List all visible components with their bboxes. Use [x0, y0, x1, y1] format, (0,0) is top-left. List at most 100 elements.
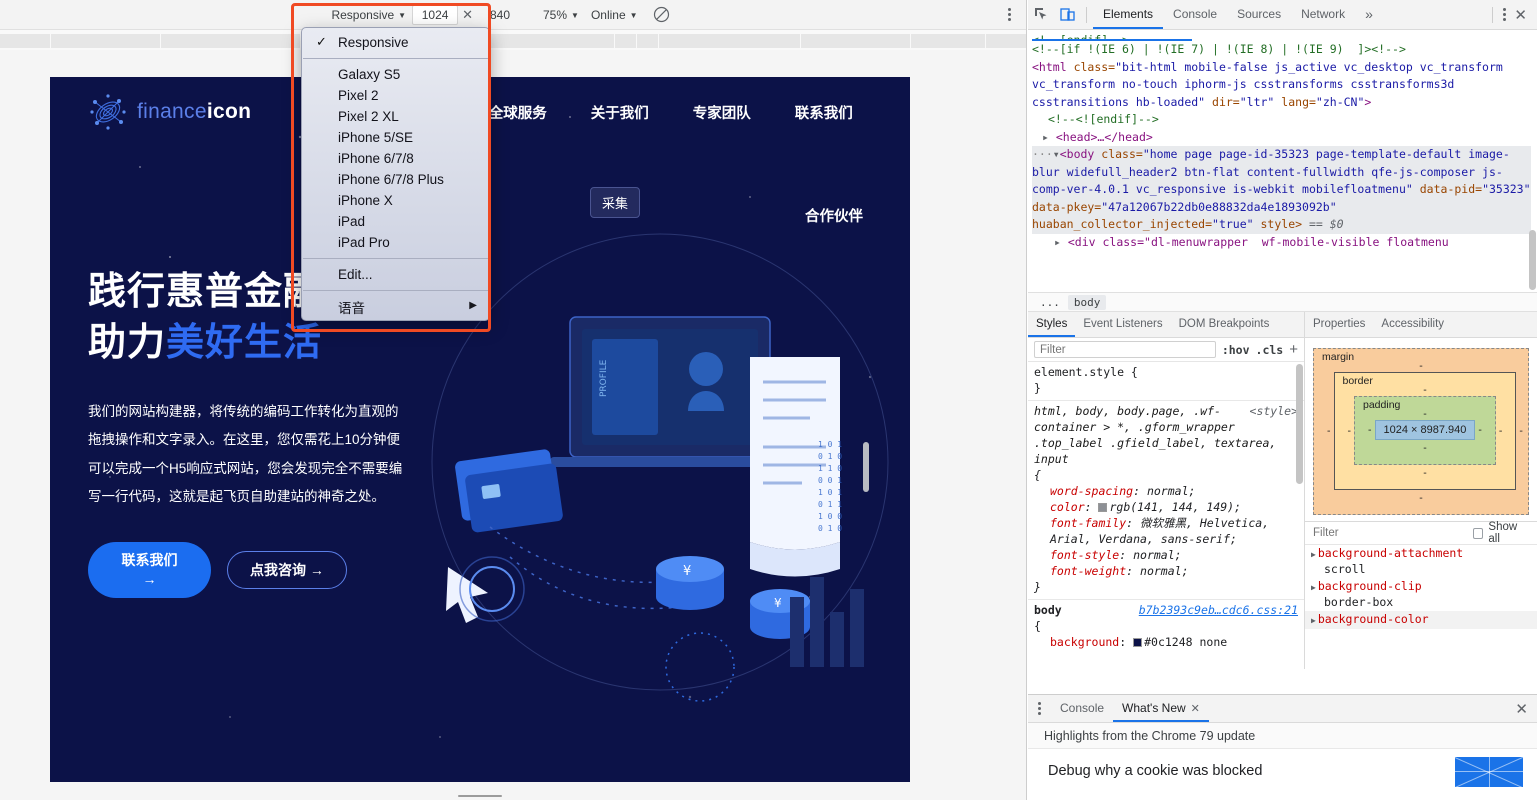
box-model-border-right[interactable]: - [1496, 425, 1506, 437]
nav-link-1[interactable]: 全球服务 [489, 102, 547, 123]
box-model-padding-bottom[interactable]: - [1365, 442, 1485, 454]
scrollbar-thumb[interactable] [1529, 230, 1536, 290]
tab-console[interactable]: Console [1163, 0, 1227, 29]
styles-scrollbar[interactable] [1296, 364, 1303, 484]
style-rule-origin[interactable]: b7b2393c9eb…cdc6.css:21 [1139, 602, 1298, 618]
devtools-main-menu-icon[interactable] [1503, 8, 1507, 21]
style-rule-html-body[interactable]: <style> html, body, body.page, .wf-conta… [1028, 401, 1304, 600]
device-list-dropdown-menu[interactable]: ✓ Responsive Galaxy S5 Pixel 2 Pixel 2 X… [301, 27, 490, 321]
nav-link-4[interactable]: 联系我们 [795, 102, 853, 123]
computed-property[interactable]: ▶ background-clip border-box [1305, 578, 1537, 611]
dom-line-child-div[interactable]: ▸ <div class="dl-menuwrapper wf-mobile-v… [1032, 234, 1531, 252]
tab-dom-breakpoints[interactable]: DOM Breakpoints [1171, 312, 1278, 337]
breadcrumb-item-body[interactable]: body [1067, 294, 1107, 310]
collapse-triangle-icon[interactable]: ▾ [1053, 147, 1060, 161]
box-model-padding-left[interactable]: - [1365, 424, 1375, 436]
color-swatch[interactable] [1098, 503, 1108, 512]
site-logo[interactable]: financeicon [88, 92, 251, 132]
zoom-selector[interactable]: 75% ▼ [537, 4, 585, 26]
computed-property[interactable]: ▶ background-color [1305, 611, 1537, 629]
expand-triangle-icon[interactable]: ▶ [1311, 583, 1316, 592]
device-toolbar-more-icon[interactable] [997, 3, 1021, 27]
dom-line-html-open[interactable]: <html class="bit-html mobile-false js_ac… [1032, 59, 1531, 112]
tab-network[interactable]: Network [1291, 0, 1355, 29]
cls-toggle-button[interactable]: .cls [1256, 343, 1284, 357]
tab-sources[interactable]: Sources [1227, 0, 1291, 29]
tab-event-listeners[interactable]: Event Listeners [1075, 312, 1170, 337]
style-origin-link[interactable]: b7b2393c9eb…cdc6.css:21 [1139, 603, 1298, 617]
device-menu-item-ipad[interactable]: iPad [302, 211, 489, 232]
device-menu-item-iphone-678-plus[interactable]: iPhone 6/7/8 Plus [302, 169, 489, 190]
toggle-device-toolbar-icon[interactable] [1054, 2, 1080, 28]
drawer-tab-whats-new[interactable]: What's New ✕ [1113, 695, 1209, 722]
device-selector[interactable]: Responsive ▼ [325, 4, 412, 26]
styles-filter-input[interactable] [1034, 341, 1216, 358]
device-menu-item-responsive[interactable]: ✓ Responsive [302, 32, 489, 53]
device-menu-item-iphone-5-se[interactable]: iPhone 5/SE [302, 127, 489, 148]
box-model-margin-left[interactable]: - [1324, 425, 1334, 437]
close-dimension-icon[interactable]: ✕ [458, 7, 477, 23]
nav-link-2[interactable]: 关于我们 [591, 102, 649, 123]
tab-styles[interactable]: Styles [1028, 312, 1076, 337]
style-rule-body[interactable]: body b7b2393c9eb…cdc6.css:21 { background… [1028, 600, 1304, 654]
expand-triangle-icon[interactable]: ▸ [1054, 235, 1061, 249]
drawer-more-menu-icon[interactable] [1038, 702, 1041, 715]
device-menu-item-speech[interactable]: 语音 ▶ [302, 296, 489, 317]
style-declaration[interactable]: background: #0c1248 none [1034, 634, 1298, 650]
viewport-resize-handle-bottom[interactable] [458, 792, 502, 800]
box-model-margin-bottom[interactable]: - [1324, 492, 1518, 504]
box-model-margin-right[interactable]: - [1516, 425, 1526, 437]
expand-triangle-icon[interactable]: ▸ [1042, 130, 1049, 144]
tab-elements[interactable]: Elements [1093, 0, 1164, 29]
scrollbar-thumb[interactable] [863, 442, 869, 492]
dom-line-head[interactable]: ▸ <head>…</head> [1032, 129, 1531, 147]
expand-triangle-icon[interactable]: ▶ [1311, 550, 1316, 559]
hov-toggle-button[interactable]: :hov [1222, 343, 1250, 357]
whats-new-item-title[interactable]: Debug why a cookie was blocked [1048, 763, 1521, 779]
show-all-toggle[interactable]: Show all [1473, 521, 1529, 545]
style-declaration[interactable]: font-style: normal; [1034, 547, 1298, 563]
inspect-element-icon[interactable] [1028, 2, 1054, 28]
more-tabs-icon[interactable]: » [1355, 0, 1383, 29]
close-drawer-icon[interactable]: ✕ [1515, 700, 1528, 718]
new-style-rule-button[interactable]: + [1289, 341, 1298, 358]
rotate-device-icon[interactable] [652, 5, 672, 25]
device-menu-item-edit[interactable]: Edit... [302, 264, 489, 285]
box-model-margin[interactable]: margin - - border - - padding - - 1024 ×… [1313, 348, 1529, 515]
color-swatch[interactable] [1133, 638, 1143, 647]
tab-accessibility[interactable]: Accessibility [1373, 312, 1452, 337]
nav-link-3[interactable]: 专家团队 [693, 102, 751, 123]
viewport-width-input[interactable] [412, 4, 459, 25]
emulated-page-scrollbar[interactable] [862, 77, 871, 782]
tab-properties[interactable]: Properties [1305, 312, 1373, 337]
consult-button[interactable]: 点我咨询 → [227, 551, 347, 589]
device-menu-item-iphone-x[interactable]: iPhone X [302, 190, 489, 211]
contact-us-button[interactable]: 联系我们 → [88, 542, 211, 598]
dom-tree[interactable]: <!--[endif]--> <!--[if !(IE 6) | !(IE 7)… [1028, 30, 1537, 292]
close-icon[interactable]: ✕ [1514, 6, 1527, 24]
style-declaration[interactable]: word-spacing: normal; [1034, 483, 1298, 499]
box-model-content-size[interactable]: 1024 × 8987.940 [1374, 420, 1476, 440]
style-declaration[interactable]: color: rgb(141, 144, 149); [1034, 499, 1298, 515]
box-model-border[interactable]: border - - padding - - 1024 × 8987.940 -… [1333, 372, 1517, 490]
drawer-tab-console[interactable]: Console [1051, 695, 1113, 722]
style-declaration[interactable]: font-weight: normal; [1034, 563, 1298, 579]
close-icon[interactable]: ✕ [1191, 703, 1200, 715]
box-model-border-bottom[interactable]: - [1345, 467, 1506, 479]
computed-properties-list[interactable]: ▶ background-attachment scroll ▶ backgroun… [1305, 545, 1537, 669]
device-menu-item-iphone-678[interactable]: iPhone 6/7/8 [302, 148, 489, 169]
style-rule-element-style[interactable]: element.style { } [1028, 362, 1304, 401]
expand-triangle-icon[interactable]: ▶ [1311, 616, 1316, 625]
viewport-height-input[interactable] [476, 4, 523, 25]
computed-filter-input[interactable] [1313, 524, 1467, 542]
checkbox-icon[interactable] [1473, 527, 1484, 539]
device-menu-item-pixel-2-xl[interactable]: Pixel 2 XL [302, 106, 489, 127]
box-model-border-left[interactable]: - [1345, 425, 1355, 437]
throttling-selector[interactable]: Online ▼ [585, 4, 644, 26]
computed-property[interactable]: ▶ background-attachment scroll [1305, 545, 1537, 578]
style-declaration[interactable]: font-family: 微软雅黑, Helvetica, Arial, Ver… [1034, 515, 1298, 547]
device-menu-item-pixel-2[interactable]: Pixel 2 [302, 85, 489, 106]
dom-tree-scrollbar[interactable] [1529, 30, 1536, 292]
style-rule-origin[interactable]: <style> [1250, 403, 1298, 419]
breadcrumb-ellipsis[interactable]: ... [1034, 295, 1066, 310]
